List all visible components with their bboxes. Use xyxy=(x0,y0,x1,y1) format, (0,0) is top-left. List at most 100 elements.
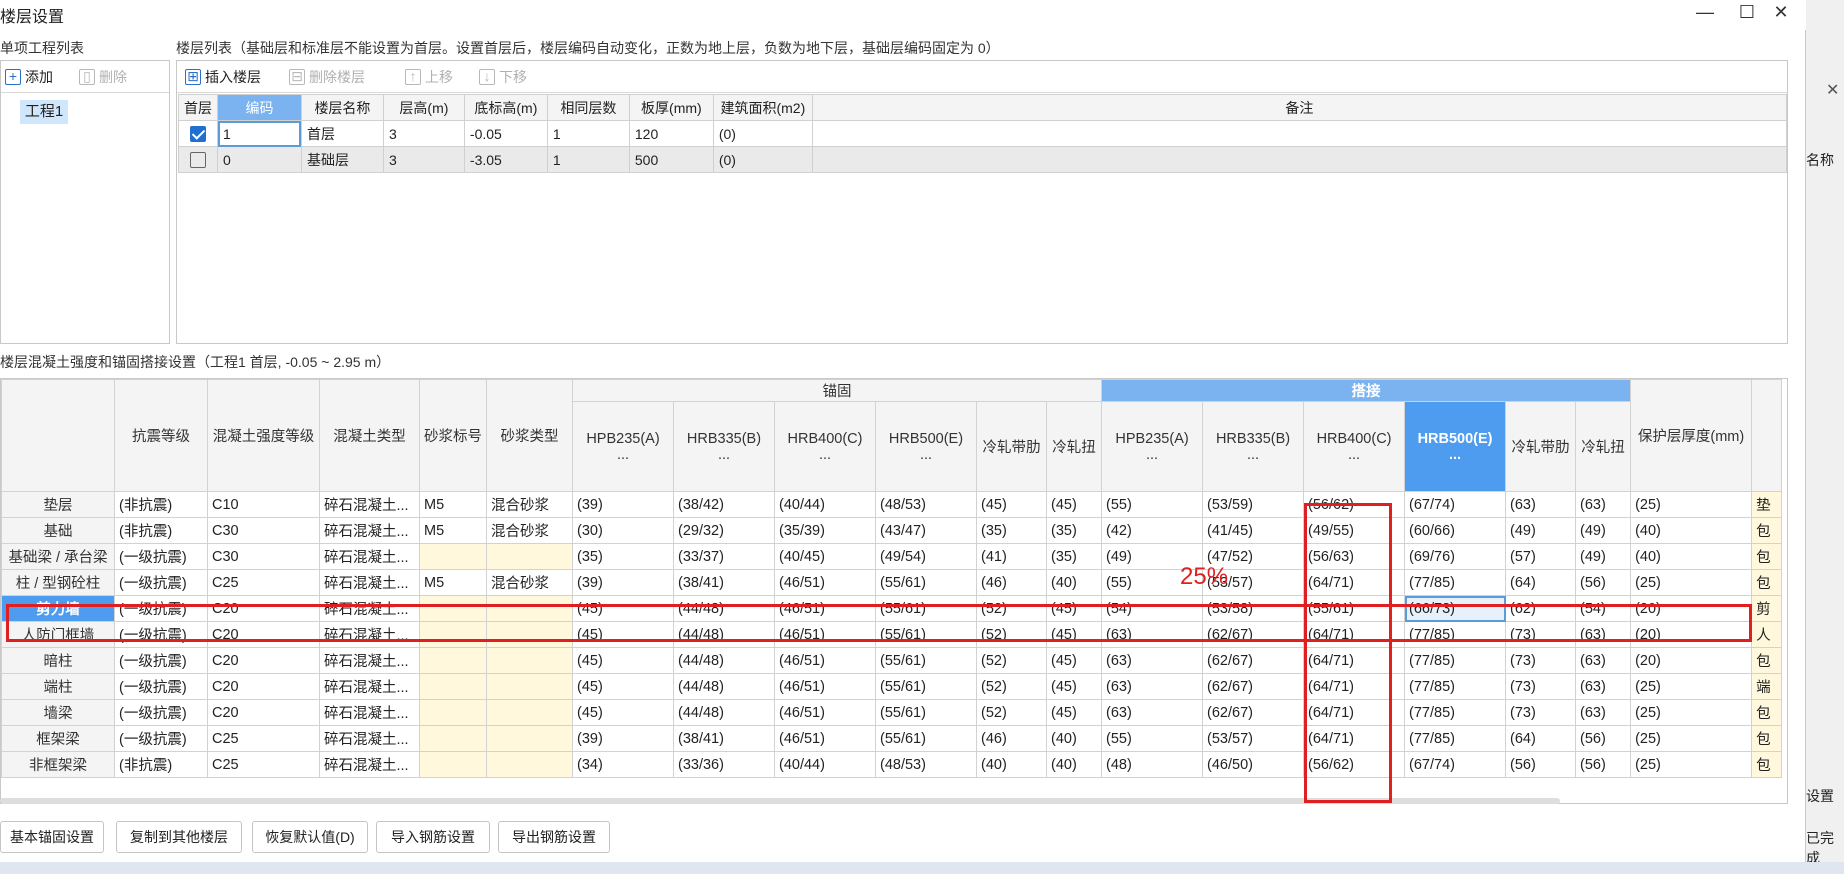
col-lap-hpb235[interactable]: HPB235(A) ... xyxy=(1101,401,1204,492)
settings-cell[interactable]: (77/85) xyxy=(1404,725,1507,752)
settings-cell[interactable]: (44/48) xyxy=(673,699,775,726)
settings-cell[interactable] xyxy=(419,647,487,674)
settings-cell[interactable]: C25 xyxy=(207,569,320,596)
settings-cell[interactable]: (55) xyxy=(1101,491,1204,518)
settings-cell[interactable]: (63) xyxy=(1575,491,1632,518)
floor-same[interactable]: 1 xyxy=(546,146,630,173)
settings-cell[interactable] xyxy=(486,673,573,700)
settings-cell[interactable]: (62/67) xyxy=(1202,647,1305,674)
settings-cell[interactable]: 碎石混凝土... xyxy=(319,751,420,778)
settings-cell[interactable]: C30 xyxy=(207,543,320,570)
row-header[interactable]: 暗柱 xyxy=(1,647,115,674)
settings-cell[interactable]: (45) xyxy=(1045,673,1103,700)
settings-cell[interactable]: (40) xyxy=(1045,569,1103,596)
settings-cell[interactable]: (非抗震) xyxy=(114,517,208,544)
settings-cell[interactable]: 包 xyxy=(1751,725,1783,752)
col-anchor-cold-rolled-ribbed[interactable]: 冷轧带肋 xyxy=(976,401,1047,492)
settings-cell[interactable]: C20 xyxy=(207,647,320,674)
col-lap-hrb500[interactable]: HRB500(E) ... xyxy=(1404,401,1507,492)
settings-cell[interactable]: (35/39) xyxy=(774,517,876,544)
row-header[interactable]: 框架梁 xyxy=(1,725,115,752)
settings-row[interactable]: 垫层 (非抗震) C10 碎石混凝土... M5 混合砂浆 (39) (38/42) (40/4… xyxy=(1,491,1783,518)
col-name[interactable]: 楼层名称 xyxy=(300,94,384,121)
settings-cell[interactable]: (45) xyxy=(976,491,1047,518)
settings-cell[interactable]: (63) xyxy=(1575,673,1632,700)
settings-cell[interactable] xyxy=(486,647,573,674)
settings-cell[interactable]: M5 xyxy=(419,569,487,596)
settings-cell[interactable]: 包 xyxy=(1751,569,1783,596)
settings-cell[interactable]: (45) xyxy=(572,699,674,726)
floor-note[interactable] xyxy=(811,120,1788,147)
settings-cell[interactable]: (55/61) xyxy=(875,725,977,752)
settings-cell[interactable]: 碎石混凝土... xyxy=(319,491,420,518)
settings-cell[interactable]: (33/36) xyxy=(673,751,775,778)
floor-row[interactable]: 1 首层 3 -0.05 1 120 (0) xyxy=(178,120,1788,147)
checkbox-unchecked-icon[interactable] xyxy=(190,152,206,169)
settings-cell[interactable]: (49) xyxy=(1575,517,1632,544)
settings-cell[interactable]: (25) xyxy=(1630,569,1753,596)
settings-cell[interactable]: (63) xyxy=(1575,699,1632,726)
basic-anchor-button[interactable]: 基本锚固设置 xyxy=(0,821,104,853)
floor-height[interactable]: 3 xyxy=(382,120,465,147)
col-note[interactable]: 备注 xyxy=(811,94,1788,121)
settings-cell[interactable]: 包 xyxy=(1751,517,1783,544)
bg-close-icon[interactable]: ✕ xyxy=(1826,80,1839,100)
settings-cell[interactable]: (35) xyxy=(1045,543,1103,570)
col-concrete-grade[interactable]: 混凝土强度等级 xyxy=(207,379,320,492)
settings-cell[interactable]: (53/59) xyxy=(1202,491,1305,518)
settings-cell[interactable]: (40/45) xyxy=(774,543,876,570)
settings-cell[interactable]: (25) xyxy=(1630,491,1753,518)
settings-cell[interactable] xyxy=(419,543,487,570)
row-header[interactable]: 基础 xyxy=(1,517,115,544)
settings-cell[interactable]: (39) xyxy=(572,491,674,518)
settings-cell[interactable]: (40/44) xyxy=(774,751,876,778)
settings-cell[interactable]: (40) xyxy=(976,751,1047,778)
settings-cell[interactable] xyxy=(419,725,487,752)
settings-cell[interactable]: (25) xyxy=(1630,673,1753,700)
settings-cell[interactable]: (45) xyxy=(572,673,674,700)
copy-to-floors-button[interactable]: 复制到其他楼层 xyxy=(116,821,242,853)
settings-cell[interactable]: (25) xyxy=(1630,725,1753,752)
settings-cell[interactable]: (40/44) xyxy=(774,491,876,518)
floor-name[interactable]: 首层 xyxy=(300,120,384,147)
settings-cell[interactable]: (46/50) xyxy=(1202,751,1305,778)
settings-cell[interactable]: (62/67) xyxy=(1202,673,1305,700)
settings-cell[interactable]: (52) xyxy=(976,699,1047,726)
settings-cell[interactable]: (45) xyxy=(1045,491,1103,518)
settings-cell[interactable]: (43/47) xyxy=(875,517,977,544)
settings-cell[interactable]: (62/67) xyxy=(1202,699,1305,726)
settings-cell[interactable]: 包 xyxy=(1751,751,1783,778)
settings-cell[interactable]: 碎石混凝土... xyxy=(319,647,420,674)
settings-cell[interactable]: (46) xyxy=(976,725,1047,752)
settings-row[interactable]: 基础梁 / 承台梁 (一级抗震) C30 碎石混凝土... (35) (33/37) (40… xyxy=(1,543,1783,570)
settings-cell[interactable]: (39) xyxy=(572,725,674,752)
minimize-icon[interactable]: — xyxy=(1692,1,1718,25)
floor-height[interactable]: 3 xyxy=(382,146,465,173)
settings-cell[interactable]: (40) xyxy=(1630,517,1753,544)
settings-cell[interactable]: (一级抗震) xyxy=(114,725,208,752)
delete-project-button[interactable]: ▯ 删除 xyxy=(79,67,127,87)
settings-cell[interactable]: M5 xyxy=(419,517,487,544)
settings-cell[interactable]: (一级抗震) xyxy=(114,699,208,726)
col-first[interactable]: 首层 xyxy=(178,94,218,121)
col-lap-cold-rolled-ribbed[interactable]: 冷轧带肋 xyxy=(1505,401,1577,492)
col-mortar-type[interactable]: 砂浆类型 xyxy=(486,379,573,492)
floor-same[interactable]: 1 xyxy=(546,120,630,147)
settings-cell[interactable]: 混合砂浆 xyxy=(486,517,573,544)
add-project-button[interactable]: + 添加 xyxy=(5,67,53,87)
settings-cell[interactable]: (35) xyxy=(572,543,674,570)
first-floor-checkbox-cell[interactable] xyxy=(178,146,218,173)
settings-cell[interactable]: (30) xyxy=(572,517,674,544)
settings-cell[interactable]: (39) xyxy=(572,569,674,596)
settings-cell[interactable]: (48/53) xyxy=(875,491,977,518)
checkbox-checked-icon[interactable] xyxy=(190,126,206,143)
col-anchor-cold-rolled-twisted[interactable]: 冷轧扭 xyxy=(1045,401,1103,492)
delete-floor-button[interactable]: ⊟ 删除楼层 xyxy=(289,67,365,87)
settings-cell[interactable]: (63) xyxy=(1101,647,1204,674)
settings-cell[interactable]: (64) xyxy=(1505,569,1577,596)
settings-cell[interactable] xyxy=(486,543,573,570)
settings-cell[interactable]: (60/66) xyxy=(1404,517,1507,544)
settings-row[interactable]: 端柱 (一级抗震) C20 碎石混凝土... (45) (44/48) (46/51) (55… xyxy=(1,673,1783,700)
move-up-button[interactable]: ↑ 上移 xyxy=(405,67,453,87)
first-floor-checkbox-cell[interactable] xyxy=(178,120,218,147)
